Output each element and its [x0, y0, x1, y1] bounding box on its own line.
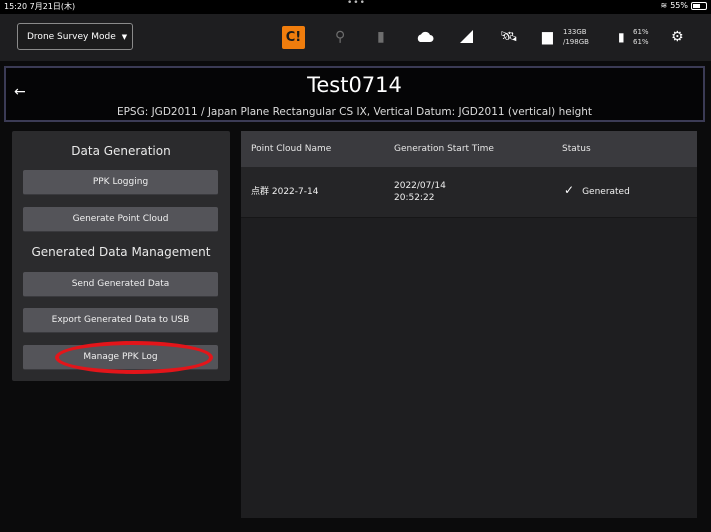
action-panel: Data Generation PPK Logging Generate Poi…	[12, 131, 230, 381]
table-header: Point Cloud Name Generation Start Time S…	[241, 131, 697, 167]
manage-ppk-log-button[interactable]: Manage PPK Log	[23, 345, 218, 370]
export-usb-button[interactable]: Export Generated Data to USB	[23, 308, 218, 333]
sd-card-icon: ▮	[377, 29, 385, 45]
data-management-heading: Generated Data Management	[31, 245, 211, 259]
cell-status: ✓ Generated	[564, 184, 630, 198]
gear-icon[interactable]: ⚙	[671, 29, 684, 45]
point-cloud-table: Point Cloud Name Generation Start Time S…	[241, 131, 697, 518]
generate-point-cloud-button[interactable]: Generate Point Cloud	[23, 207, 218, 232]
caret-down-icon: ▼	[121, 32, 128, 41]
send-generated-data-button[interactable]: Send Generated Data	[23, 272, 218, 297]
status-time: 15:20 7月21日(木)	[4, 2, 76, 11]
storage-readout: 133GB /198GB	[563, 28, 589, 46]
status-right: ≋ 55%	[661, 1, 707, 10]
usb-icon: ⚲	[335, 29, 346, 45]
project-header: ← Test0714 EPSG: JGD2011 / Japan Plane R…	[4, 66, 705, 122]
column-header-start-time[interactable]: Generation Start Time	[394, 144, 494, 154]
wifi-icon: ≋	[660, 1, 668, 10]
mode-dropdown[interactable]: Drone Survey Mode ▼	[17, 23, 133, 50]
status-label: Generated	[582, 187, 630, 197]
column-header-status[interactable]: Status	[562, 144, 591, 154]
multitask-dots[interactable]: •••	[347, 0, 366, 8]
table-row[interactable]: 点群 2022-7-14 2022/07/14 20:52:22 ✓ Genera…	[241, 167, 697, 218]
column-header-name[interactable]: Point Cloud Name	[251, 144, 331, 154]
project-title: Test0714	[307, 73, 402, 97]
battery-icon	[691, 1, 707, 10]
ppk-logging-button[interactable]: PPK Logging	[23, 170, 218, 195]
check-icon: ✓	[564, 183, 575, 197]
mode-label: Drone Survey Mode	[27, 31, 116, 42]
top-toolbar: Drone Survey Mode ▼ C! ⚲ ▮ 🛰 ▆ 133GB /19…	[0, 14, 711, 61]
cell-start-time: 2022/07/14 20:52:22	[394, 181, 446, 203]
coordinate-system-info: EPSG: JGD2011 / Japan Plane Rectangular …	[116, 106, 593, 118]
battery-readout: 61% 61%	[633, 28, 649, 46]
satellite-icon: 🛰	[500, 29, 518, 45]
battery-percent: 55%	[670, 1, 688, 10]
status-bar: 15:20 7月21日(木) ••• ≋ 55%	[0, 0, 711, 14]
warning-icon[interactable]: C!	[282, 26, 305, 49]
data-generation-heading: Data Generation	[71, 144, 171, 158]
cell-point-cloud-name: 点群 2022-7-14	[251, 187, 319, 197]
signal-icon	[460, 30, 473, 43]
cloud-icon	[417, 31, 434, 42]
battery-level-icon: ▮	[618, 30, 625, 44]
folder-icon: ▆	[542, 29, 553, 45]
